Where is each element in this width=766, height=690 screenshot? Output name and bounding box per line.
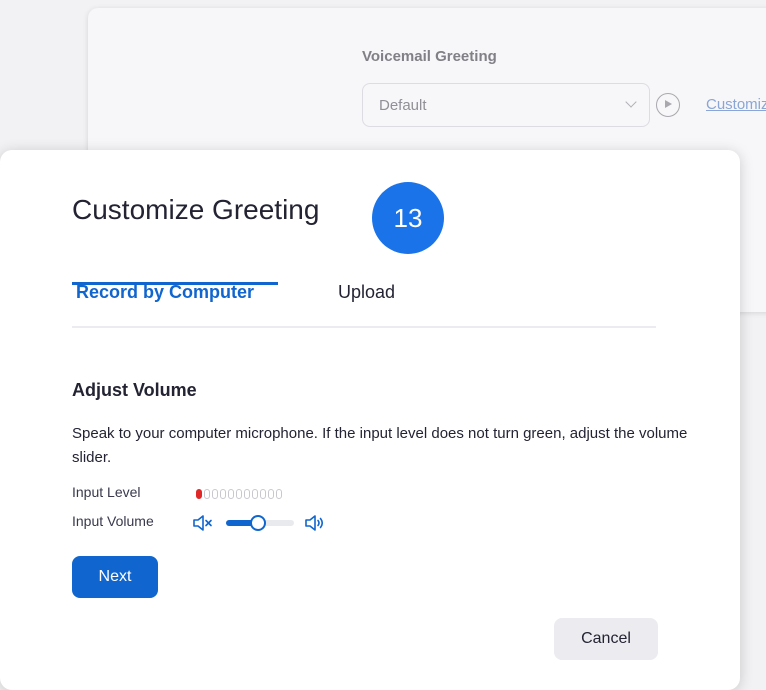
tab-record-by-computer[interactable]: Record by Computer xyxy=(76,282,254,303)
level-segment xyxy=(220,489,226,499)
cancel-button[interactable]: Cancel xyxy=(554,618,658,660)
speaker-volume-icon xyxy=(304,514,326,537)
next-button[interactable]: Next xyxy=(72,556,158,598)
level-segment xyxy=(268,489,274,499)
adjust-volume-heading: Adjust Volume xyxy=(72,380,197,400)
level-segment xyxy=(236,489,242,499)
level-segment xyxy=(276,489,282,499)
input-volume-slider[interactable] xyxy=(226,515,294,531)
input-volume-label: Input Volume xyxy=(72,513,154,529)
level-segment xyxy=(204,489,210,499)
voicemail-greeting-select[interactable]: Default xyxy=(362,83,650,127)
speaker-mute-icon xyxy=(192,514,214,537)
active-tab-indicator xyxy=(72,282,278,285)
customize-link[interactable]: Customize xyxy=(706,96,766,113)
slider-thumb[interactable] xyxy=(250,515,266,531)
level-segment xyxy=(196,489,202,499)
level-segment xyxy=(252,489,258,499)
tab-upload[interactable]: Upload xyxy=(338,282,395,303)
level-segment xyxy=(244,489,250,499)
input-level-label: Input Level xyxy=(72,484,141,500)
play-icon[interactable] xyxy=(656,93,680,117)
customize-greeting-dialog: Customize Greeting 13 Record by Computer… xyxy=(0,150,740,690)
voicemail-greeting-label: Voicemail Greeting xyxy=(362,48,497,65)
level-segment xyxy=(212,489,218,499)
input-level-meter xyxy=(196,489,282,499)
dialog-title: Customize Greeting xyxy=(72,194,320,225)
step-number-badge: 13 xyxy=(372,182,444,254)
level-segment xyxy=(228,489,234,499)
level-segment xyxy=(260,489,266,499)
greeting-tabs: Record by Computer Upload xyxy=(72,270,656,328)
chevron-down-icon xyxy=(625,96,637,108)
voicemail-greeting-value: Default xyxy=(379,96,427,114)
volume-instructions: Speak to your computer microphone. If th… xyxy=(72,425,688,466)
